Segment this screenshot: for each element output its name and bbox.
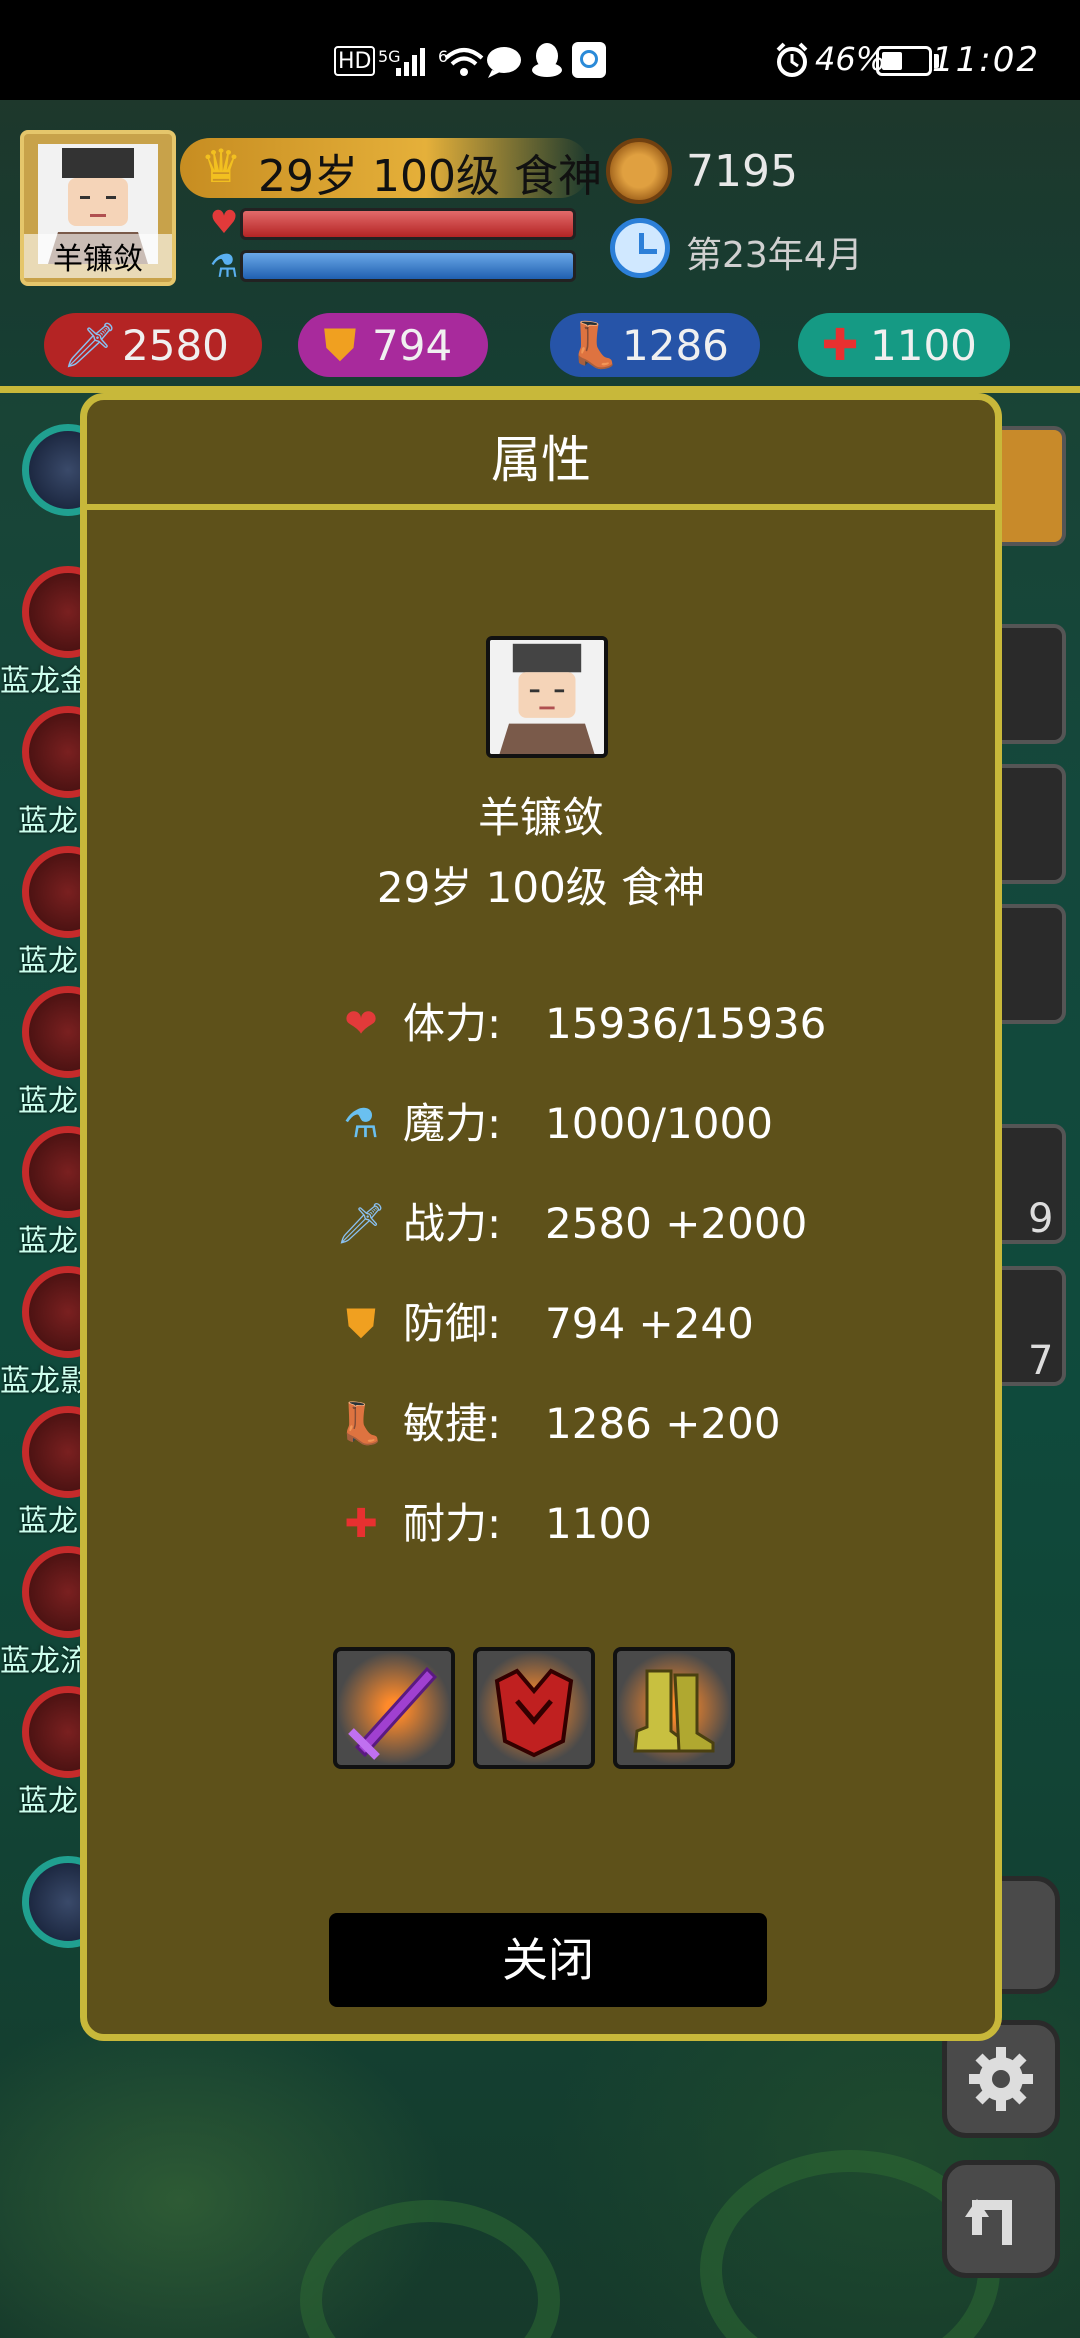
left-list-label: 蓝龙 xyxy=(18,1784,78,1819)
left-list-label: 蓝龙 xyxy=(18,944,78,979)
player-level-text: 29岁 100级 食神 xyxy=(258,151,602,202)
attributes-dialog: 属性 羊镰敛 29岁 100级 食神 ❤ 体力: 15936/15936 ⚗ 魔… xyxy=(80,393,1002,2041)
stamina-stat-value: 1100 xyxy=(870,321,977,370)
mp-bar xyxy=(240,250,576,282)
character-level: 29岁 100级 食神 xyxy=(376,863,706,912)
attr-label: 魔力: xyxy=(403,1099,502,1148)
attr-value: 2580 +2000 xyxy=(545,1199,808,1248)
return-arrow-icon xyxy=(965,2199,1012,2245)
attr-row-agility: 👢 敏捷: 1286 +200 xyxy=(335,1394,935,1454)
hp-bar xyxy=(240,208,576,240)
equipped-boots[interactable] xyxy=(613,1647,735,1769)
wifi-icon xyxy=(444,48,484,76)
left-list-label: 蓝龙流 xyxy=(0,1644,90,1679)
hud-divider xyxy=(0,386,1080,393)
qq-icon xyxy=(532,43,562,77)
attr-value: 1100 xyxy=(545,1499,652,1548)
defense-stat-value: 794 xyxy=(372,321,453,370)
attr-label: 战力: xyxy=(403,1199,502,1248)
attr-value: 1286 +200 xyxy=(545,1399,781,1448)
boot-icon: 👢 xyxy=(566,320,622,371)
boot-icon: 👢 xyxy=(336,1401,386,1447)
mana-potion-icon: ⚗ xyxy=(343,1101,379,1147)
alarm-icon xyxy=(776,42,808,77)
attr-row-mp: ⚗ 魔力: 1000/1000 xyxy=(335,1094,935,1154)
status-bar: HD 5G 6 46% 11:02 xyxy=(0,0,1080,100)
demon-armor-icon xyxy=(494,1668,574,1758)
heart-icon: ❤ xyxy=(344,1001,378,1047)
clock-icon xyxy=(610,218,670,278)
left-list-label: 蓝龙 xyxy=(18,1504,78,1539)
attr-label: 体力: xyxy=(403,999,502,1048)
battery-icon xyxy=(876,46,932,76)
left-list-label: 蓝龙 xyxy=(18,1084,78,1119)
close-button[interactable]: 关闭 xyxy=(329,1913,767,2007)
player-avatar[interactable]: 羊镰敛 xyxy=(20,130,176,286)
attr-row-attack: 🗡 战力: 2580 +2000 xyxy=(335,1194,935,1254)
back-button[interactable] xyxy=(942,2160,1060,2278)
hp-potion-count: 9 xyxy=(1028,1196,1054,1242)
gear-icon xyxy=(969,2047,1033,2111)
left-list-label: 蓝龙 xyxy=(18,1224,78,1259)
coin-icon xyxy=(606,138,672,204)
sword-icon: 🗡 xyxy=(335,1201,387,1247)
clock-time: 11:02 xyxy=(932,40,1040,80)
shield-icon: ⛊ xyxy=(346,1301,376,1347)
left-list-label: 蓝龙金 xyxy=(0,664,90,699)
sword-icon: 🗡 xyxy=(62,320,118,371)
dialog-title: 属性 xyxy=(491,431,591,489)
signal-icon xyxy=(396,48,425,76)
attr-value: 794 +240 xyxy=(545,1299,754,1348)
game-date: 第23年4月 xyxy=(686,235,863,276)
character-portrait xyxy=(486,636,608,758)
equipped-weapon[interactable] xyxy=(333,1647,455,1769)
attr-row-hp: ❤ 体力: 15936/15936 xyxy=(335,994,935,1054)
equipped-armor[interactable] xyxy=(473,1647,595,1769)
heart-plus-icon: ✚ xyxy=(344,1501,378,1547)
attr-row-stamina: ✚ 耐力: 1100 xyxy=(335,1494,935,1554)
avatar-name-label: 羊镰敛 xyxy=(24,234,172,278)
left-list-label: 蓝龙影 xyxy=(0,1364,90,1399)
purple-sword-icon xyxy=(348,1666,438,1760)
attr-value: 1000/1000 xyxy=(545,1099,773,1148)
attack-stat-value: 2580 xyxy=(122,321,229,370)
attr-row-defense: ⛊ 防御: 794 +240 xyxy=(335,1294,935,1354)
attr-label: 耐力: xyxy=(403,1499,502,1548)
crown-icon: ♛ xyxy=(200,139,242,193)
character-name: 羊镰敛 xyxy=(477,793,604,842)
shield-icon: ⛊ xyxy=(323,320,357,371)
app-notification-icon xyxy=(572,42,606,78)
hp-heart-icon: ♥ xyxy=(209,203,239,241)
heart-plus-icon: ✚ xyxy=(821,320,859,371)
attr-value: 15936/15936 xyxy=(545,999,827,1048)
coin-count: 7195 xyxy=(686,146,798,197)
left-list-label: 蓝龙 xyxy=(18,804,78,839)
message-icon xyxy=(487,47,521,78)
character-face-icon xyxy=(490,640,604,754)
golden-boots-icon xyxy=(633,1669,715,1753)
attr-label: 防御: xyxy=(403,1299,502,1348)
agility-stat-value: 1286 xyxy=(622,321,729,370)
attr-label: 敏捷: xyxy=(403,1399,502,1448)
mp-potion-icon: ⚗ xyxy=(209,247,239,285)
mp-potion-count: 7 xyxy=(1028,1338,1054,1384)
hd-icon: HD xyxy=(334,46,376,76)
dialog-header: 属性 xyxy=(87,400,995,510)
game-screen: { "status_bar": { "network": "HD", "sign… xyxy=(0,0,1080,2338)
